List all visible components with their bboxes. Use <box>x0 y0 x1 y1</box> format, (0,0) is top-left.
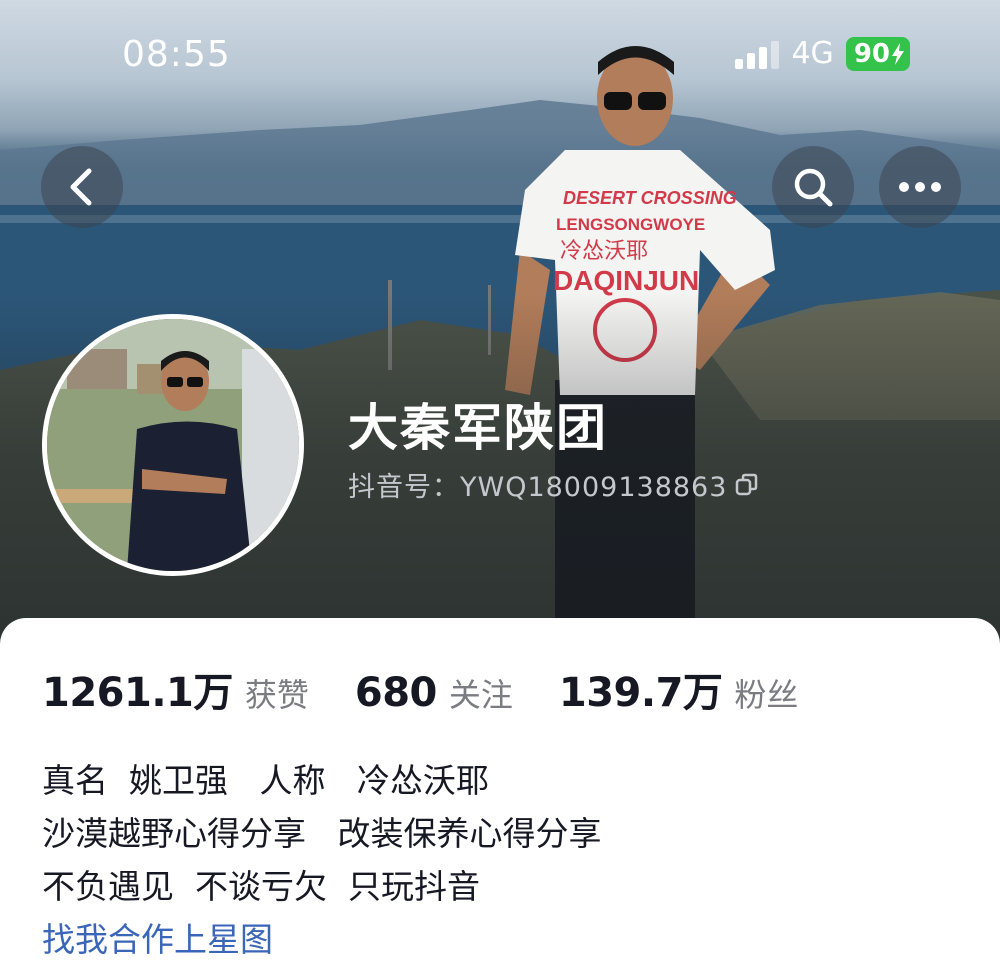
bio-line-2: 沙漠越野心得分享 改装保养心得分享 <box>42 814 602 853</box>
chevron-left-icon <box>70 168 92 206</box>
likes-label: 获赞 <box>244 676 309 714</box>
bio-line-3: 不负遇见 不谈亏欠 只玩抖音 <box>42 867 480 906</box>
followers-label: 粉丝 <box>734 676 799 714</box>
signal-icon <box>735 39 780 69</box>
stat-likes[interactable]: 1261.1万 获赞 <box>42 660 309 718</box>
bio-line-1: 真名 姚卫强 人称 冷怂沃耶 <box>42 761 489 800</box>
status-icons: 4G 90 <box>735 36 910 71</box>
status-time: 08:55 <box>122 34 231 75</box>
stat-followers[interactable]: 139.7万 粉丝 <box>559 660 799 718</box>
stat-following[interactable]: 680 关注 <box>355 670 513 716</box>
search-icon <box>794 168 833 207</box>
back-button[interactable] <box>41 146 123 228</box>
profile-name: 大秦军陕团 <box>348 399 608 457</box>
avatar-photo <box>47 319 299 571</box>
copy-icon[interactable] <box>735 473 759 497</box>
more-options-button[interactable] <box>879 146 961 228</box>
likes-count: 1261.1万 <box>42 670 233 716</box>
profile-stats: 1261.1万 获赞 680 关注 139.7万 粉丝 <box>42 660 844 718</box>
charging-bolt-icon <box>892 42 904 65</box>
battery-level: 90 <box>853 38 890 69</box>
network-type: 4G <box>791 36 834 71</box>
bio: 真名 姚卫强 人称 冷怂沃耶 沙漠越野心得分享 改装保养心得分享 不负遇见 不谈… <box>42 754 601 966</box>
search-button[interactable] <box>772 146 854 228</box>
profile-info-card: 1261.1万 获赞 680 关注 139.7万 粉丝 真名 姚卫强 人称 冷怂… <box>0 618 1000 959</box>
following-count: 680 <box>354 670 438 716</box>
following-label: 关注 <box>448 676 513 714</box>
avatar[interactable] <box>42 314 304 576</box>
bio-link[interactable]: 找我合作上星图 <box>42 913 601 966</box>
battery-indicator: 90 <box>845 36 910 71</box>
followers-count: 139.7万 <box>558 670 723 716</box>
douyin-id-row[interactable]: 抖音号：YWQ18009138863 <box>348 465 759 504</box>
ellipsis-icon <box>899 182 941 192</box>
douyin-id: 抖音号：YWQ18009138863 <box>348 472 728 503</box>
